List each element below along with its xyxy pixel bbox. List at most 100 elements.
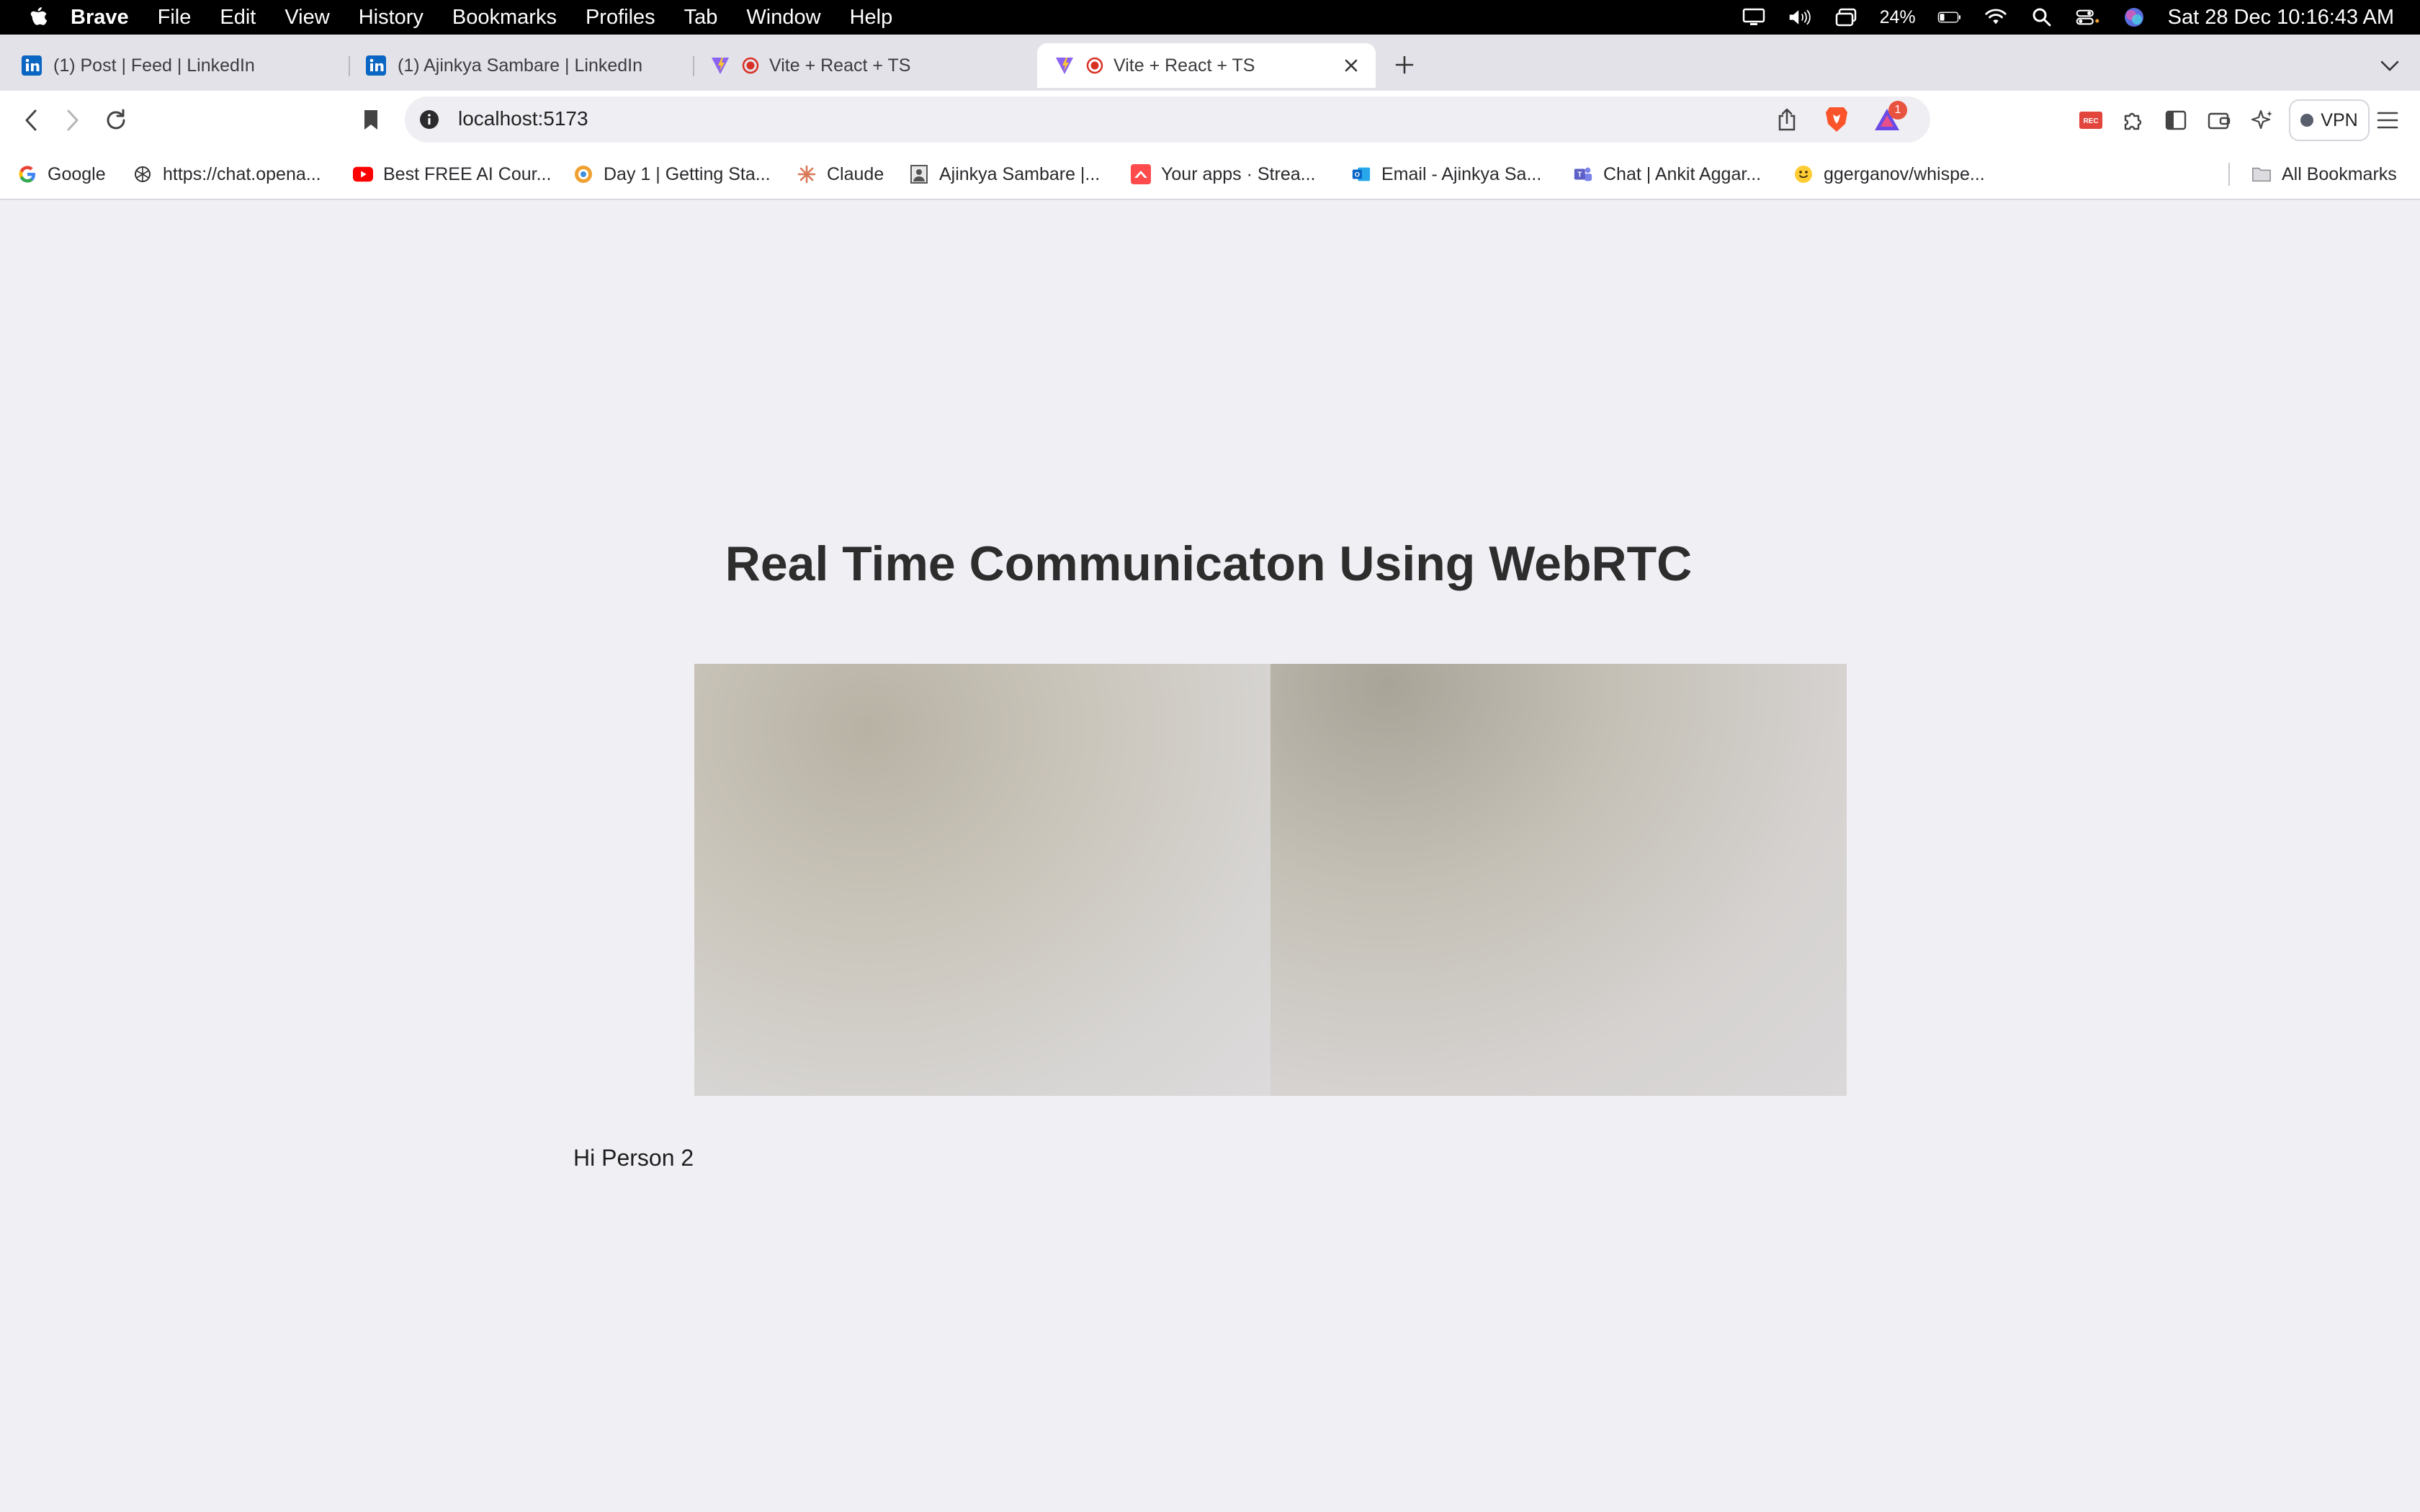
remote-video[interactable] [1270, 664, 1847, 1096]
svg-text:REC: REC [2083, 117, 2098, 125]
all-bookmarks-button[interactable]: All Bookmarks [2251, 160, 2397, 189]
menu-window[interactable]: Window [746, 6, 820, 30]
control-center-icon[interactable] [2076, 6, 2100, 28]
bookmark-ajinkya-profile[interactable]: Ajinkya Sambare |... [909, 160, 1100, 189]
apple-icon[interactable] [27, 5, 49, 30]
openai-icon [133, 164, 153, 184]
bookmark-page-icon[interactable] [356, 105, 386, 135]
bookmark-label: Google [48, 163, 106, 184]
tab-strip: (1) Post | Feed | LinkedIn (1) Ajinkya S… [0, 35, 2420, 91]
menu-bookmarks[interactable]: Bookmarks [452, 6, 557, 30]
bookmark-label: Claude [827, 163, 884, 184]
menu-profiles[interactable]: Profiles [586, 6, 655, 30]
tab-vite-1[interactable]: Vite + React + TS [710, 43, 1027, 88]
menu-view[interactable]: View [284, 6, 329, 30]
bookmark-teams-chat[interactable]: T Chat | Ankit Aggar... [1573, 160, 1761, 189]
screen-mirroring-icon[interactable] [1834, 6, 1858, 28]
chat-message: Hi Person 2 [573, 1145, 694, 1171]
tab-list-chevron-down-icon[interactable] [2377, 53, 2403, 79]
outlook-icon: O [1351, 164, 1371, 184]
menu-history[interactable]: History [359, 6, 424, 30]
vpn-label: VPN [2321, 109, 2358, 130]
url-text[interactable]: localhost:5173 [458, 107, 588, 130]
bookmark-outlook[interactable]: O Email - Ajinkya Sa... [1351, 160, 1541, 189]
bookmark-label: https://chat.opena... [163, 163, 321, 184]
reload-icon[interactable] [101, 105, 131, 135]
back-arrow-icon[interactable] [16, 105, 46, 135]
site-info-icon[interactable] [418, 108, 441, 131]
bookmark-google[interactable]: Google [17, 160, 106, 189]
vite-icon [712, 58, 729, 74]
tab-title: (1) Post | Feed | LinkedIn [53, 55, 255, 76]
bookmark-chatgpt[interactable]: https://chat.opena... [133, 160, 321, 189]
vite-icon [1056, 58, 1073, 74]
tab-linkedin-profile[interactable]: (1) Ajinkya Sambare | LinkedIn [366, 43, 683, 88]
leo-ai-icon[interactable] [2247, 105, 2277, 135]
course-icon [573, 164, 593, 184]
battery-percentage: 24% [1879, 6, 1916, 27]
tab-title: Vite + React + TS [1113, 55, 1255, 76]
tab-linkedin-feed[interactable]: (1) Post | Feed | LinkedIn [22, 43, 339, 88]
teams-icon: T [1573, 164, 1593, 184]
bookmark-streamlit[interactable]: Your apps · Strea... [1131, 160, 1315, 189]
huggingface-icon [1793, 164, 1814, 184]
bookmark-label: Best FREE AI Cour... [383, 163, 552, 184]
share-icon[interactable] [1773, 106, 1801, 133]
display-icon[interactable] [1742, 6, 1766, 28]
brave-rewards-icon[interactable]: 1 [1871, 101, 1907, 135]
wifi-icon[interactable] [1984, 6, 2008, 28]
volume-icon[interactable] [1788, 6, 1812, 28]
svg-text:O: O [1355, 171, 1360, 179]
bookmark-claude[interactable]: Claude [797, 160, 884, 189]
close-tab-icon[interactable] [1341, 55, 1361, 76]
bookmark-whisper-repo[interactable]: ggerganov/whispe... [1793, 160, 1985, 189]
menu-file[interactable]: File [158, 6, 192, 30]
bookmark-label: Your apps · Strea... [1161, 163, 1316, 184]
bookmark-label: Chat | Ankit Aggar... [1603, 163, 1762, 184]
bookmarks-divider [2228, 163, 2230, 186]
extensions-puzzle-icon[interactable] [2118, 105, 2148, 135]
profile-icon [909, 164, 929, 184]
streamlit-icon [1131, 164, 1151, 184]
claude-icon [797, 164, 817, 184]
brave-shields-icon[interactable] [1822, 104, 1851, 135]
linkedin-icon [22, 55, 42, 76]
svg-text:T: T [1577, 171, 1582, 179]
youtube-icon [353, 164, 373, 184]
tab-separator [693, 56, 694, 76]
tab-vite-active[interactable]: Vite + React + TS [1037, 43, 1376, 88]
spotlight-search-icon[interactable] [2030, 6, 2054, 28]
hamburger-menu-icon[interactable] [2372, 105, 2403, 135]
new-tab-plus-icon[interactable] [1392, 52, 1417, 78]
bookmark-course[interactable]: Day 1 | Getting Sta... [573, 160, 771, 189]
page-content: Real Time Communicaton Using WebRTC Hi P… [0, 200, 2420, 1512]
menu-edit[interactable]: Edit [220, 6, 256, 30]
extension-icon[interactable]: REC [2076, 105, 2106, 135]
bookmark-label: ggerganov/whispe... [1824, 163, 1985, 184]
menu-help[interactable]: Help [850, 6, 893, 30]
vpn-status-dot [2300, 114, 2314, 127]
sidebar-toggle-icon[interactable] [2161, 105, 2191, 135]
system-menu-bar: Brave File Edit View History Bookmarks P… [0, 0, 2420, 35]
bookmark-label: Ajinkya Sambare |... [939, 163, 1101, 184]
menu-tab[interactable]: Tab [684, 6, 718, 30]
page-title: Real Time Communicaton Using WebRTC [725, 536, 1693, 591]
local-video[interactable] [694, 664, 1270, 1096]
bookmarks-bar: Google https://chat.opena... Best FREE A… [0, 150, 2420, 200]
wallet-icon[interactable] [2204, 105, 2234, 135]
tab-separator [349, 56, 350, 76]
google-icon [17, 164, 37, 184]
bookmark-label: Email - Ajinkya Sa... [1381, 163, 1542, 184]
all-bookmarks-label: All Bookmarks [2282, 163, 2397, 184]
bookmark-youtube[interactable]: Best FREE AI Cour... [353, 160, 551, 189]
app-menu-brave[interactable]: Brave [71, 6, 129, 30]
address-bar[interactable]: localhost:5173 1 [405, 96, 1930, 143]
recording-indicator-icon [1086, 57, 1103, 74]
rewards-badge: 1 [1888, 101, 1907, 120]
forward-arrow-icon[interactable] [58, 105, 88, 135]
menubar-clock[interactable]: Sat 28 Dec 10:16:43 AM [2168, 6, 2394, 30]
vpn-button[interactable]: VPN [2289, 99, 2370, 141]
siri-icon[interactable] [2122, 6, 2146, 28]
battery-icon[interactable] [1937, 6, 1962, 28]
recording-indicator-icon [742, 57, 759, 74]
